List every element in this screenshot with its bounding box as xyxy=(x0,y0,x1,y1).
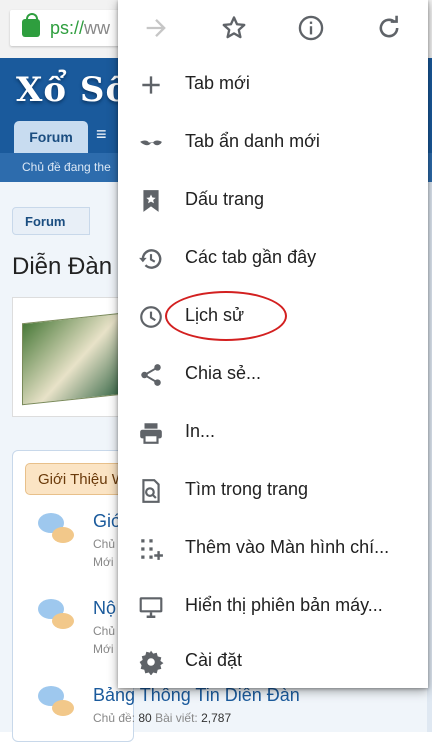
add-to-home-icon xyxy=(141,539,163,560)
clock-icon xyxy=(140,306,162,328)
find-in-page-icon xyxy=(142,479,160,503)
menu-item-recent-tabs[interactable]: Các tab gần đây xyxy=(118,229,428,287)
forum-tab[interactable]: Forum xyxy=(14,121,88,153)
menu-item-desktop-site[interactable]: Hiển thị phiên bản máy... xyxy=(118,577,428,635)
incognito-icon xyxy=(140,140,162,146)
desktop-icon xyxy=(139,597,163,618)
forum-bubble-icon xyxy=(52,613,74,629)
product-image xyxy=(22,312,122,406)
menu-item-add-to-home-screen[interactable]: Thêm vào Màn hình chí... xyxy=(118,519,428,577)
forum-bubble-icon xyxy=(52,527,74,543)
menu-item-label: Tab mới xyxy=(185,73,250,93)
forum-bubble-icon xyxy=(52,700,74,716)
printer-icon xyxy=(140,423,162,444)
menu-item-new-tab[interactable]: Tab mới xyxy=(118,55,428,113)
menu-item-label: Các tab gần đây xyxy=(185,247,317,267)
gear-icon xyxy=(139,650,164,675)
page-title: Diễn Đàn xyxy=(12,253,113,280)
menu-item-label: In... xyxy=(185,421,216,441)
hamburger-icon[interactable]: ≡ xyxy=(96,124,116,150)
forum-meta: Mới xyxy=(93,642,114,656)
menu-top-row xyxy=(118,0,428,56)
menu-item-settings[interactable]: Cài đặt xyxy=(118,632,428,690)
forum-meta: Chủ xyxy=(93,537,116,551)
menu-item-label: Tab ẩn danh mới xyxy=(185,131,320,151)
info-icon[interactable] xyxy=(297,14,325,42)
menu-item-label: Chia sẻ... xyxy=(185,363,262,383)
breadcrumb[interactable]: Forum xyxy=(12,207,90,235)
menu-item-print[interactable]: In... xyxy=(118,403,428,461)
menu-item-bookmarks[interactable]: Dấu trang xyxy=(118,171,428,229)
menu-item-share[interactable]: Chia sẻ... xyxy=(118,345,428,403)
highlight-circle-annotation xyxy=(165,291,287,341)
browser-overflow-menu: Tab mới Tab ẩn danh mới Dấu trang Các ta… xyxy=(118,0,428,688)
menu-item-new-incognito-tab[interactable]: Tab ẩn danh mới xyxy=(118,113,428,171)
menu-item-label: Cài đặt xyxy=(185,650,243,670)
history-restore-icon xyxy=(139,249,162,269)
forum-title[interactable]: Nộ xyxy=(93,598,116,619)
site-logo[interactable]: Xổ Số xyxy=(16,70,129,110)
forum-meta: Chủ xyxy=(93,624,116,638)
menu-item-find-in-page[interactable]: Tìm trong trang xyxy=(118,461,428,519)
url-text: ps://ww xyxy=(50,17,111,38)
menu-item-label: Hiển thị phiên bản máy... xyxy=(185,595,383,615)
lock-icon xyxy=(22,13,40,37)
menu-item-label: Dấu trang xyxy=(185,189,265,209)
forum-meta: Mới xyxy=(93,555,114,569)
share-icon xyxy=(141,364,161,386)
plus-icon xyxy=(142,76,160,94)
reload-icon[interactable] xyxy=(375,14,403,42)
forward-arrow-icon[interactable] xyxy=(142,14,170,42)
star-icon[interactable] xyxy=(220,14,248,42)
menu-item-label: Thêm vào Màn hình chí... xyxy=(185,537,390,557)
bookmark-star-icon xyxy=(143,190,159,212)
forum-stats: Chủ đề: 80 Bài viết: 2,787 xyxy=(93,711,232,725)
menu-item-label: Tìm trong trang xyxy=(185,479,309,499)
